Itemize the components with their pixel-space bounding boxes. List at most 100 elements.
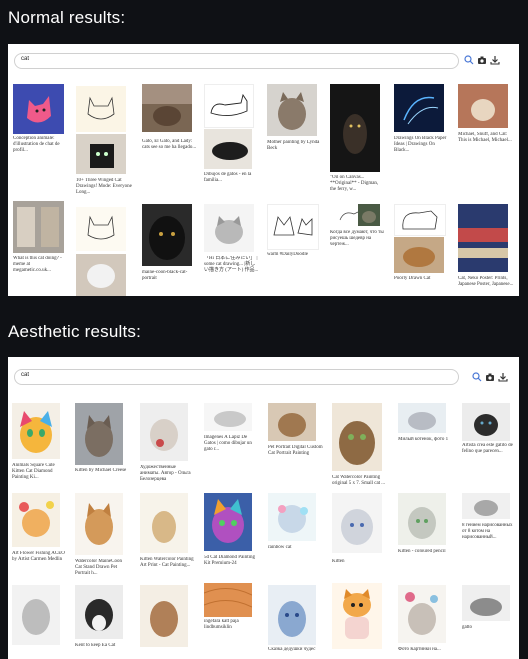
black-kitten-art xyxy=(474,414,498,436)
result-image[interactable] xyxy=(204,583,252,617)
result-image[interactable] xyxy=(462,493,510,519)
result-caption: Watercolor MaineCoon Cat Stand Drawn Pet… xyxy=(75,559,122,576)
result-caption: Mother painting by Lynda Beck xyxy=(267,140,320,151)
blue-watercolor-cat xyxy=(278,601,306,637)
normal-results-heading: Normal results: xyxy=(8,8,126,27)
result-image[interactable] xyxy=(398,403,446,433)
cat-photo xyxy=(142,84,192,126)
result-caption: Cat, Neko Poster: Prints, Japanese Poste… xyxy=(458,276,514,287)
black-cat-photo xyxy=(90,144,114,168)
result-image[interactable] xyxy=(76,254,126,296)
result-image[interactable] xyxy=(462,403,510,441)
result-image[interactable] xyxy=(458,84,508,128)
result-caption: 10+ Three Winged Cat Drawings! Mode: Eve… xyxy=(76,178,132,195)
result-image[interactable] xyxy=(398,493,446,545)
result-image[interactable] xyxy=(332,583,382,649)
search-bar[interactable] xyxy=(14,369,459,385)
result-image[interactable] xyxy=(358,204,380,226)
result-caption: Милый котенок, фото 1 xyxy=(398,437,449,442)
cat-on-black-paper xyxy=(403,96,439,125)
colorful-diamond-cat xyxy=(20,411,52,453)
floral-cat-art xyxy=(405,592,438,635)
cat-line-drawing xyxy=(87,96,115,120)
result-image[interactable] xyxy=(330,84,380,172)
tabby-kitten-painting xyxy=(150,601,178,637)
result-image[interactable] xyxy=(204,204,254,252)
result-image[interactable] xyxy=(76,86,126,132)
result-image[interactable] xyxy=(12,493,60,547)
result-image[interactable] xyxy=(12,585,60,645)
result-image[interactable] xyxy=(394,204,446,236)
search-icon[interactable] xyxy=(472,372,482,382)
cat-doing-meme xyxy=(17,207,59,247)
result-image[interactable] xyxy=(204,84,254,128)
result-image[interactable] xyxy=(268,585,316,645)
search-icon[interactable] xyxy=(464,55,474,65)
grey-kitten-painting xyxy=(85,415,113,457)
result-caption: gatto xyxy=(462,625,472,630)
search-bar[interactable] xyxy=(14,53,459,69)
result-caption: Dibujos de gatos - en la familia... xyxy=(204,172,252,183)
rainbow-diamond-cat xyxy=(212,499,244,543)
aesthetic-results-panel: Animals Square Cute Kitten Cat Diamond P… xyxy=(8,357,519,659)
black-cat-sleeping xyxy=(212,142,248,160)
result-image[interactable] xyxy=(140,493,188,553)
result-image[interactable] xyxy=(75,493,123,555)
result-image[interactable] xyxy=(204,403,252,431)
result-caption: Imagenes A Lapiz De Gatos | como dibujar… xyxy=(204,435,252,452)
result-image[interactable] xyxy=(140,403,188,461)
result-caption: 5d Cat Diamond Painting Kit Premium-24 xyxy=(204,555,255,566)
result-image[interactable] xyxy=(75,585,123,639)
result-image[interactable] xyxy=(268,493,316,541)
result-image[interactable] xyxy=(75,403,123,465)
camera-icon[interactable] xyxy=(477,55,487,65)
result-image[interactable] xyxy=(13,84,64,134)
result-image[interactable] xyxy=(142,84,192,132)
result-image[interactable] xyxy=(204,129,252,169)
fluffy-kitten-art xyxy=(341,509,373,545)
result-image[interactable] xyxy=(13,201,64,253)
cat-doodle xyxy=(87,215,115,240)
result-image[interactable] xyxy=(76,207,126,251)
result-image[interactable] xyxy=(394,84,444,132)
cat-with-person xyxy=(458,84,508,128)
result-caption: Poorly Drawn Cat xyxy=(394,276,431,281)
result-caption: Drawings On Black Paper Ideas | Drawings… xyxy=(394,136,447,153)
result-image[interactable] xyxy=(332,493,382,553)
result-image[interactable] xyxy=(267,84,317,136)
white-cat-photo xyxy=(87,264,115,288)
orange-cat-photo xyxy=(403,247,435,267)
watercolor-cat-painting xyxy=(339,421,375,465)
result-image[interactable] xyxy=(76,134,126,174)
result-caption: Сказка дедушки чудес xyxy=(268,647,316,652)
pencil-cat-sketch xyxy=(214,411,246,427)
result-caption: Gato, El Gato, and Lady: cats see so me … xyxy=(142,139,197,150)
result-caption: Kitten Watercolor Painting Art Print - C… xyxy=(140,557,194,568)
result-image[interactable] xyxy=(142,204,192,266)
camera-icon[interactable] xyxy=(485,372,495,382)
black-maine-coon-portrait xyxy=(149,216,185,260)
result-image[interactable] xyxy=(204,493,252,551)
result-caption: Cat Watercolor Painting original 5 x 7. … xyxy=(332,475,386,486)
result-image[interactable] xyxy=(394,237,444,273)
result-image[interactable] xyxy=(268,403,316,441)
result-image[interactable] xyxy=(398,585,446,643)
cat-sketch xyxy=(210,93,248,116)
white-cat-sketch xyxy=(474,500,498,516)
result-caption: 8 гением нарисованных от 8 котом на нари… xyxy=(462,523,513,540)
result-image[interactable] xyxy=(458,204,508,272)
download-icon[interactable] xyxy=(490,55,500,65)
result-image[interactable] xyxy=(462,585,510,621)
search-input[interactable] xyxy=(21,372,420,378)
result-image[interactable] xyxy=(140,585,188,647)
cat-doodle-sketches xyxy=(273,216,313,236)
sleeping-cat-sketch xyxy=(470,598,502,616)
pencil-cat-portrait xyxy=(22,599,50,635)
search-input[interactable] xyxy=(21,56,420,62)
japanese-cat-poster xyxy=(458,204,508,272)
result-caption: warm #DailyDoodle xyxy=(267,252,308,257)
download-icon[interactable] xyxy=(498,372,508,382)
result-image[interactable] xyxy=(12,403,60,459)
result-image[interactable] xyxy=(267,204,319,250)
result-image[interactable] xyxy=(332,403,382,471)
